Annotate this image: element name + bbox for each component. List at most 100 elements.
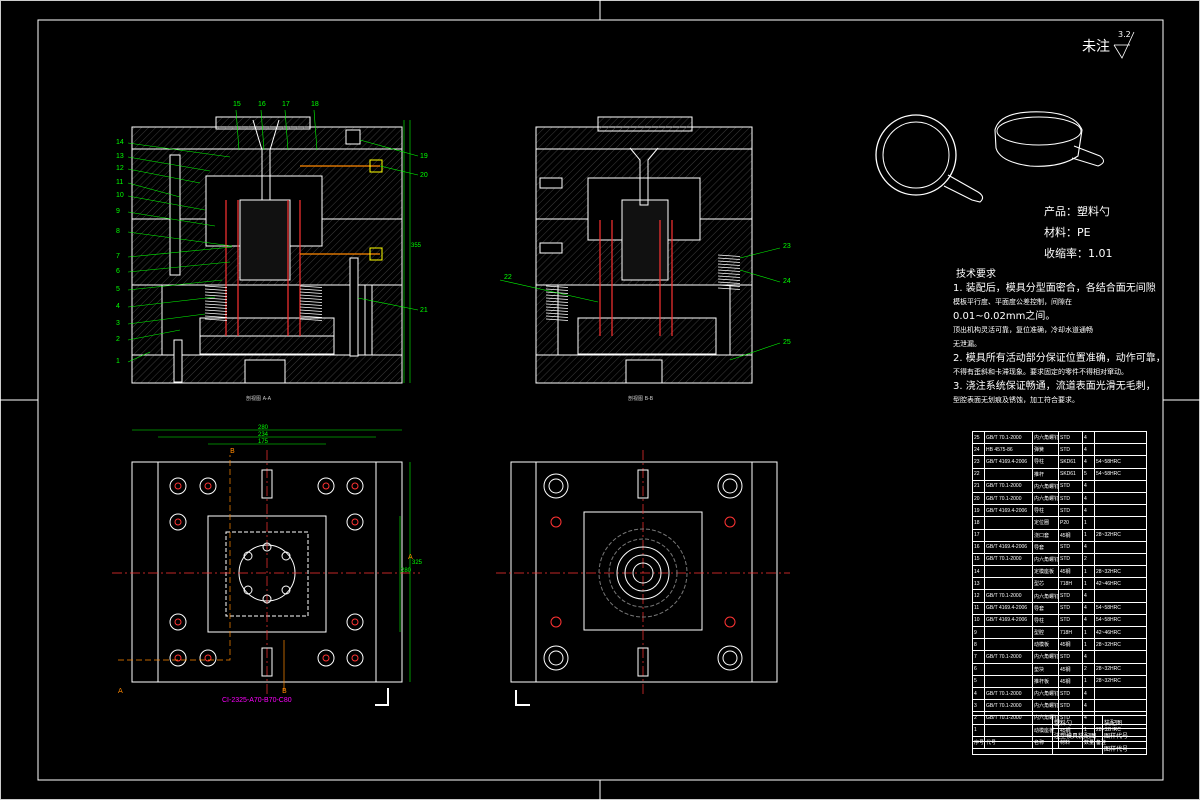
dim-top-3: 175	[258, 439, 269, 445]
bom-cell: STD	[1058, 686, 1083, 701]
bom-cell: 19	[972, 504, 985, 518]
bom-cell: 1	[1082, 565, 1095, 579]
part-label: 5	[116, 286, 120, 293]
spoon-iso-view	[994, 111, 1083, 167]
return-spring	[299, 297, 323, 300]
bom-cell: 21	[972, 479, 985, 493]
spoon-top-view	[882, 121, 950, 189]
return-spring	[299, 309, 323, 312]
plan-right-guide	[543, 473, 569, 499]
bom-cell: 12	[972, 589, 985, 603]
bom-cell: 718H	[1058, 625, 1083, 640]
part-label: 11	[116, 179, 124, 186]
bom-row: 22 推杆 SKD61 5 54~58HRC	[972, 467, 1147, 481]
bom-cell: GB/T 70.1-2000	[984, 552, 1033, 567]
bom-row: 6 垫块 45钢 2 28~32HRC	[972, 662, 1147, 676]
plan-right-guide	[543, 645, 569, 671]
bom-cell	[1094, 504, 1147, 518]
bb-channel-plug	[539, 177, 563, 189]
requirement-line: 1. 装配后，模具分型面密合，各结合面无间隙	[953, 283, 1156, 294]
bom-cell: 20	[972, 491, 985, 506]
plan-left-hole	[169, 613, 187, 631]
section-bb-caption: 剖视图 B-B	[628, 396, 654, 402]
bom-cell: GB/T 70.1-2000	[984, 589, 1033, 603]
title-block: 塑料勺 装配图 注塑模具装配图 图样代号 图样代号	[972, 715, 1147, 755]
return-spring	[299, 312, 323, 315]
bom-row: 5 推杆板 45钢 1 28~32HRC	[972, 674, 1147, 688]
requirement-line: 不得有歪斜和卡滞现象。要求固定的零件不得相对窜动。	[953, 368, 1128, 376]
part-label: 2	[116, 336, 120, 343]
bom-cell	[1094, 686, 1147, 701]
bom-cell: P20	[1058, 516, 1083, 530]
bom-row: 10 GB/T 4169.4-2006 导柱 STD 4 54~58HRC	[972, 613, 1147, 628]
bom-cell: 4	[1082, 699, 1095, 713]
bom-cell: 4	[1082, 540, 1095, 554]
locating-ring	[215, 116, 311, 130]
bom-cell: 导柱	[1032, 455, 1059, 469]
return-spring	[299, 306, 323, 309]
bom-cell: GB/T 4169.4-2006	[984, 540, 1033, 554]
product-name: 产品：塑料勺	[1044, 205, 1110, 218]
bom-cell: GB/T 70.1-2000	[984, 430, 1033, 445]
bom-cell: 22	[972, 467, 985, 481]
bom-cell: 内六角螺钉	[1032, 650, 1059, 664]
requirement-line: 型腔表面无划痕及锈蚀，加工符合要求。	[953, 396, 1079, 404]
part-label: 22	[504, 274, 512, 281]
part-label: 23	[783, 243, 791, 250]
bom-row: 7 GB/T 70.1-2000 内六角螺钉 STD 4	[972, 650, 1147, 664]
return-spring	[204, 297, 228, 300]
bom-cell: 4	[972, 686, 985, 701]
part-label: 8	[116, 228, 120, 235]
plan-left-hole-center	[174, 518, 182, 526]
bom-cell: GB/T 4169.4-2006	[984, 455, 1033, 469]
bom-cell: 54~58HRC	[1094, 467, 1147, 481]
bom-cell	[1094, 540, 1147, 554]
part-label: 21	[420, 307, 428, 314]
part-label: 7	[116, 253, 120, 260]
bb-spacer-right	[729, 284, 753, 356]
plan-left-hole-center	[351, 618, 359, 626]
bom-cell: 导套	[1032, 540, 1059, 554]
bom-cell: 型腔	[1032, 625, 1059, 640]
bom-cell: 弹簧	[1032, 443, 1059, 457]
bom-cell: 2	[1082, 662, 1095, 676]
bom-cell: STD	[1058, 601, 1083, 615]
bom-cell: 5	[972, 674, 985, 688]
section-marker-a-left: A	[118, 687, 123, 695]
bom-cell: 4	[1082, 589, 1095, 603]
return-spring	[204, 291, 228, 294]
ejector-plate	[199, 335, 335, 355]
bom-cell: 1	[1082, 516, 1095, 530]
bb-channel-plug	[539, 242, 563, 254]
bom-cell: 4	[1082, 430, 1095, 445]
bom-cell: 内六角螺钉	[1032, 699, 1059, 713]
bom-cell: 13	[972, 577, 985, 591]
bom-cell: STD	[1058, 699, 1083, 713]
product-material: 材料：PE	[1044, 226, 1091, 239]
plan-left-hole	[169, 513, 187, 531]
bom-cell: 28~32HRC	[1094, 674, 1147, 688]
bom-cell	[984, 662, 1033, 676]
bom-cell: 1	[1082, 674, 1095, 688]
dim-side-1: 325	[412, 560, 423, 566]
part-label: 16	[258, 101, 266, 108]
requirement-line: 顶出机构灵活可靠，复位准确，冷却水道通畅	[953, 326, 1093, 334]
bom-row: 12 GB/T 70.1-2000 内六角螺钉 STD 4	[972, 589, 1147, 603]
bom-row: 24 HB 4575-86 弹簧 STD 4	[972, 443, 1147, 457]
return-spring	[299, 315, 323, 318]
plan-right-guide	[548, 650, 564, 666]
bom-cell	[1094, 650, 1147, 664]
bom-cell: 3	[972, 699, 985, 713]
bom-cell: 垫块	[1032, 662, 1059, 676]
bom-row: 25 GB/T 70.1-2000 内六角螺钉 STD 4	[972, 430, 1147, 445]
bom-cell: GB/T 70.1-2000	[984, 686, 1033, 701]
bom-cell: SKD61	[1058, 467, 1083, 481]
part-label: 10	[116, 192, 124, 199]
spoon-handle	[1071, 145, 1104, 167]
company-name: 装配图	[1102, 715, 1147, 729]
bom-cell: 28~32HRC	[1094, 528, 1147, 542]
bom-cell: 54~58HRC	[1094, 601, 1147, 615]
bom-cell	[1094, 430, 1147, 445]
bom-cell: SKD61	[1058, 455, 1083, 469]
bom-row: 13 型芯 718H 1 42~46HRC	[972, 577, 1147, 591]
